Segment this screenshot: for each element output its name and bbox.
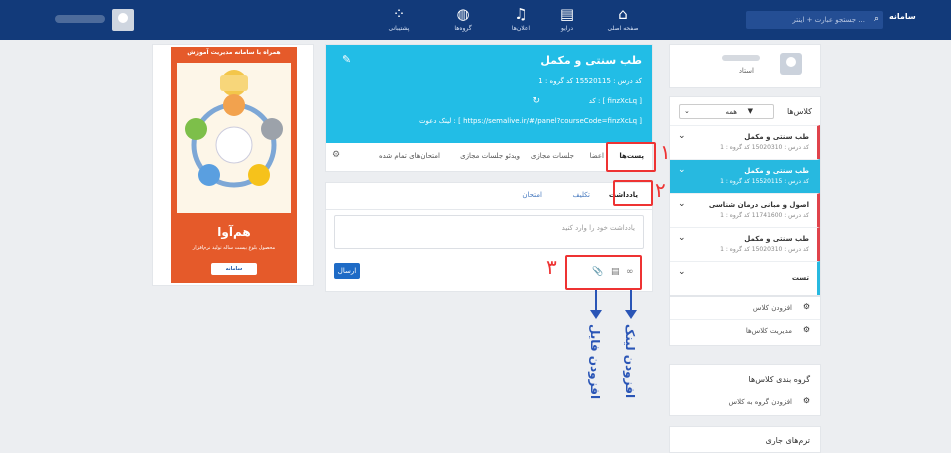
classes-title: کلاس‌ها (786, 107, 812, 116)
search-input[interactable] (755, 13, 865, 27)
profile-avatar (780, 53, 802, 75)
top-navbar: ⁘ پشتیبانی ◍ گروه‌ها ♫ اعلان‌ها ▤ درایو … (0, 0, 951, 40)
gear-icon: ⚙ (802, 302, 810, 311)
search-icon[interactable]: ⌕ (874, 14, 879, 24)
annotation-add-link: افزودن لینک (623, 324, 637, 399)
banner-poster: همراه با سامانه مدیریت آموزش هم‌آوا محصو… (171, 47, 297, 283)
course-card: طب سنتی و مکمل ✎ کد درس : 15520115 کد گر… (325, 44, 653, 172)
annotation-number-2: ۲ (655, 178, 666, 202)
profile-name (722, 55, 760, 61)
drive-icon: ▤ (559, 5, 575, 23)
annotation-number-3: ۳ (546, 255, 557, 279)
note-input[interactable] (335, 216, 643, 248)
classes-filter-select[interactable]: همه ▼ ⌄ (679, 104, 774, 119)
edit-icon[interactable]: ✎ (342, 53, 351, 66)
tab-finished-exams[interactable]: امتحان‌های تمام شده (379, 152, 440, 160)
arrow-down-icon (590, 310, 602, 319)
classes-actions: افزودن کلاس ⚙ مدیریت کلاس‌ها ⚙ (669, 296, 821, 346)
user-avatar[interactable] (112, 9, 134, 31)
banner-subtitle: محصول بلوغ بیست ساله تولید نرم‌افزار (192, 245, 276, 251)
add-class-button[interactable]: افزودن کلاس ⚙ (670, 297, 820, 319)
course-key: کد : [ finzXcLq ] (588, 97, 642, 105)
annotation-box-1 (606, 142, 656, 172)
nav-home[interactable]: ⌂ صفحه اصلی (600, 5, 646, 33)
nav-notifications[interactable]: ♫ اعلان‌ها (498, 5, 544, 33)
gear-icon: ⚙ (802, 396, 810, 405)
profile-card: استاد (669, 44, 821, 88)
class-item-active[interactable]: طب سنتی و مکمل کد درس : 15520115 کد گروه… (670, 159, 820, 193)
course-code: کد درس : 15520115 کد گروه : 1 (538, 77, 642, 85)
nav-support[interactable]: ⁘ پشتیبانی (376, 5, 422, 33)
rss-icon: ⁘ (392, 5, 406, 23)
classes-panel: کلاس‌ها همه ▼ ⌄ طب سنتی و مکمل کد درس : … (669, 96, 821, 296)
annotation-add-file: افزودن فایل (588, 324, 602, 400)
chevron-down-icon: ⌄ (684, 107, 690, 115)
class-item[interactable]: طب سنتی و مکمل کد درس : 15020310 کد گروه… (670, 125, 820, 159)
banner-title: هم‌آوا (217, 225, 251, 239)
home-icon: ⌂ (618, 5, 628, 23)
tab-virtual-sessions[interactable]: جلسات مجازی (531, 152, 574, 160)
gear-icon: ⚙ (802, 325, 810, 334)
invite-link[interactable]: لینک دعوت : [ https://semalive.ir/#/pane… (419, 117, 642, 125)
filter-icon: ▼ (747, 107, 753, 115)
profile-role: استاد (738, 67, 754, 75)
annotation-number-1: ۱ (660, 140, 671, 164)
tab-members[interactable]: اعضا (590, 152, 604, 160)
arrow-down-icon (625, 310, 637, 319)
banner-logo: سامانه (211, 263, 257, 275)
current-terms-panel: ترم‌های جاری (669, 426, 821, 453)
globe-icon: ◍ (456, 5, 470, 23)
class-item[interactable]: تست ⌄ (670, 261, 820, 295)
class-grouping-panel: گروه بندی کلاس‌ها افزودن گروه به کلاس ⚙ (669, 364, 821, 416)
tab-exam[interactable]: امتحان (522, 191, 542, 199)
refresh-icon[interactable]: ↻ (532, 96, 540, 106)
banner-diagram (177, 63, 291, 213)
chevron-down-icon[interactable]: ⌄ (678, 267, 686, 277)
add-group-button[interactable]: افزودن گروه به کلاس (729, 398, 792, 406)
send-button[interactable]: ارسال (334, 263, 360, 279)
chevron-down-icon[interactable]: ⌄ (678, 233, 686, 243)
ad-banner[interactable]: همراه با سامانه مدیریت آموزش هم‌آوا محصو… (152, 44, 314, 286)
bell-icon: ♫ (514, 5, 528, 23)
nav-groups[interactable]: ◍ گروه‌ها (440, 5, 486, 33)
class-item[interactable]: طب سنتی و مکمل کد درس : 15020310 کد گروه… (670, 227, 820, 261)
note-field (334, 215, 644, 249)
chevron-down-icon[interactable]: ⌄ (678, 165, 686, 175)
gear-icon[interactable]: ⚙ (332, 150, 340, 160)
nav-drive[interactable]: ▤ درایو (544, 5, 590, 33)
app-logo[interactable]: سامانه (889, 12, 916, 21)
annotation-box-3 (565, 255, 642, 290)
chevron-down-icon[interactable]: ⌄ (678, 131, 686, 141)
annotation-box-2 (613, 180, 653, 206)
course-title: طب سنتی و مکمل (540, 54, 642, 67)
tab-assignment[interactable]: تکلیف (573, 191, 591, 199)
course-tabs: پست‌ها اعضا جلسات مجازی ویدئو جلسات مجاز… (326, 143, 652, 171)
class-item[interactable]: اصول و مبانی درمان شناسی کد درس : 117416… (670, 193, 820, 227)
user-name (55, 15, 105, 23)
chevron-down-icon[interactable]: ⌄ (678, 199, 686, 209)
manage-classes-button[interactable]: مدیریت کلاس‌ها ⚙ (670, 319, 820, 341)
search-box: ⌕ (746, 11, 883, 29)
tab-session-videos[interactable]: ویدئو جلسات مجازی (460, 152, 520, 160)
